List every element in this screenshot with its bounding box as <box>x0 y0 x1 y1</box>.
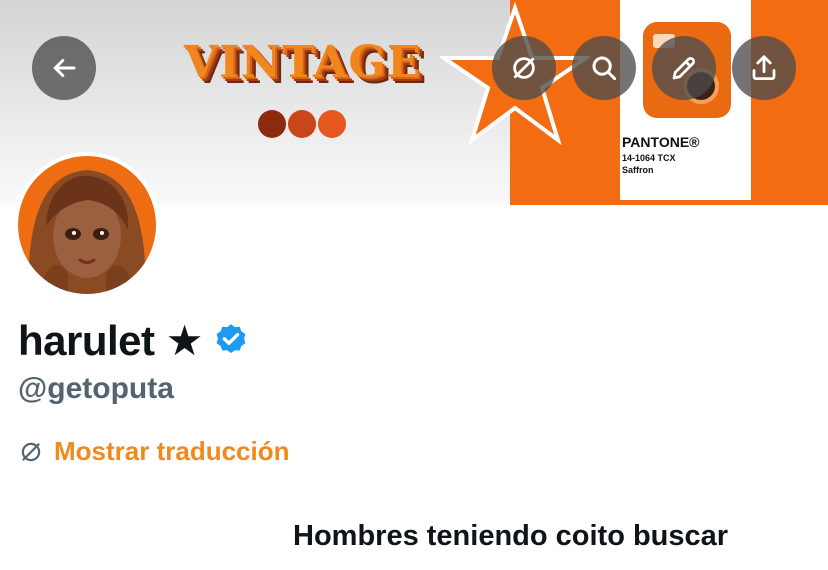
profile-bio: Hombres teniendo coito buscar <box>293 520 729 552</box>
search-icon <box>592 56 617 81</box>
translate-icon <box>513 57 535 79</box>
color-dot <box>258 110 286 138</box>
translate-icon <box>21 442 41 461</box>
pantone-brand: PANTONE® <box>622 134 700 150</box>
user-handle: @getoputa <box>18 372 174 405</box>
avatar-image <box>18 156 156 294</box>
show-translation-label[interactable]: Mostrar traducción <box>54 436 290 467</box>
pantone-code: 14-1064 TCX <box>622 153 676 163</box>
pantone-card: PANTONE® 14-1064 TCX Saffron <box>620 0 751 200</box>
vintage-logo: VINTAGE <box>184 37 422 88</box>
share-icon <box>752 55 776 80</box>
color-dot <box>318 110 346 138</box>
edit-button[interactable] <box>652 36 716 100</box>
pantone-color-name: Saffron <box>622 165 654 175</box>
back-button[interactable] <box>32 36 96 100</box>
avatar[interactable] <box>14 152 160 298</box>
display-name: harulet ★ <box>18 316 203 364</box>
show-translation-link[interactable]: Mostrar traducción <box>18 436 290 467</box>
color-dot <box>288 110 316 138</box>
translate-button[interactable] <box>492 36 556 100</box>
arrow-left-icon <box>53 59 76 77</box>
share-button[interactable] <box>732 36 796 100</box>
display-name-row: harulet ★ <box>18 312 249 368</box>
pencil-icon <box>672 56 696 80</box>
verified-badge-icon[interactable] <box>213 322 249 358</box>
search-button[interactable] <box>572 36 636 100</box>
